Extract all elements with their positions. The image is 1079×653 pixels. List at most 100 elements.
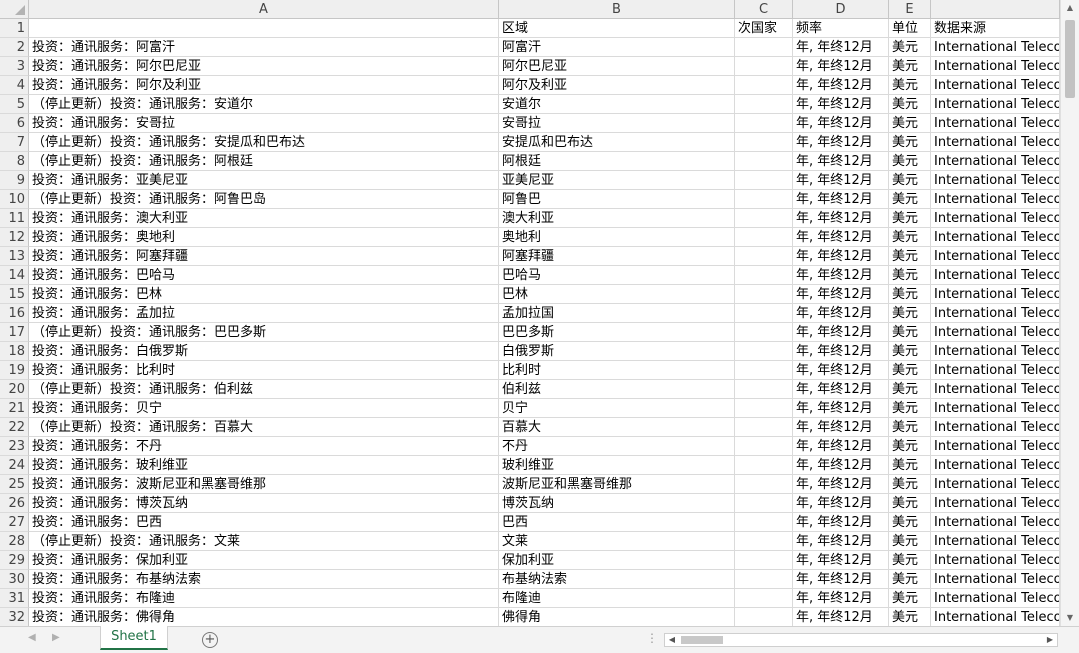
cell-f[interactable]: International Teleco xyxy=(931,152,1060,171)
row-header[interactable]: 9 xyxy=(0,171,29,190)
cell-d[interactable]: 年, 年终12月 xyxy=(793,380,889,399)
cell-d[interactable]: 年, 年终12月 xyxy=(793,475,889,494)
cell-a[interactable]: 投资：通讯服务：澳大利亚 xyxy=(29,209,499,228)
cell-b[interactable]: 文莱 xyxy=(499,532,735,551)
cell-a[interactable]: 投资：通讯服务：阿尔巴尼亚 xyxy=(29,57,499,76)
cell-e[interactable]: 美元 xyxy=(889,247,931,266)
cell-d[interactable]: 年, 年终12月 xyxy=(793,190,889,209)
cell-e[interactable]: 美元 xyxy=(889,95,931,114)
column-header-b[interactable]: B xyxy=(499,0,735,19)
row-header[interactable]: 5 xyxy=(0,95,29,114)
next-sheet-icon[interactable]: ▶ xyxy=(52,632,60,643)
sheet-tab-sheet1[interactable]: Sheet1 xyxy=(100,626,168,650)
cell-c[interactable] xyxy=(735,304,793,323)
row-header[interactable]: 32 xyxy=(0,608,29,626)
cell-b[interactable]: 亚美尼亚 xyxy=(499,171,735,190)
cell-f[interactable]: International Teleco xyxy=(931,285,1060,304)
cell-b[interactable]: 孟加拉国 xyxy=(499,304,735,323)
cell-d[interactable]: 年, 年终12月 xyxy=(793,361,889,380)
row-header[interactable]: 15 xyxy=(0,285,29,304)
row-header[interactable]: 30 xyxy=(0,570,29,589)
cell-d[interactable]: 年, 年终12月 xyxy=(793,247,889,266)
row-header[interactable]: 19 xyxy=(0,361,29,380)
scroll-left-arrow-icon[interactable]: ◀ xyxy=(665,634,679,646)
cell-f[interactable]: International Teleco xyxy=(931,361,1060,380)
cell-c[interactable] xyxy=(735,494,793,513)
cell-d[interactable]: 年, 年终12月 xyxy=(793,57,889,76)
scroll-up-arrow-icon[interactable]: ▲ xyxy=(1061,0,1079,16)
cell-f[interactable]: International Teleco xyxy=(931,57,1060,76)
column-header-d[interactable]: D xyxy=(793,0,889,19)
cell-e[interactable]: 美元 xyxy=(889,418,931,437)
row-header[interactable]: 21 xyxy=(0,399,29,418)
cell-f[interactable]: International Teleco xyxy=(931,494,1060,513)
cell-e[interactable]: 美元 xyxy=(889,304,931,323)
cell-a[interactable]: 投资：通讯服务：不丹 xyxy=(29,437,499,456)
cell-f[interactable]: 数据来源 xyxy=(931,19,1060,38)
cell-f[interactable]: International Teleco xyxy=(931,551,1060,570)
cell-e[interactable]: 美元 xyxy=(889,171,931,190)
cell-e[interactable]: 美元 xyxy=(889,399,931,418)
cell-d[interactable]: 年, 年终12月 xyxy=(793,266,889,285)
cell-d[interactable]: 年, 年终12月 xyxy=(793,342,889,361)
row-header[interactable]: 24 xyxy=(0,456,29,475)
cell-c[interactable] xyxy=(735,266,793,285)
row-header[interactable]: 3 xyxy=(0,57,29,76)
cell-a[interactable]: 投资：通讯服务：巴哈马 xyxy=(29,266,499,285)
cell-c[interactable] xyxy=(735,342,793,361)
cell-a[interactable]: （停止更新）投资：通讯服务：伯利兹 xyxy=(29,380,499,399)
cell-a[interactable]: 投资：通讯服务：玻利维亚 xyxy=(29,456,499,475)
cell-e[interactable]: 美元 xyxy=(889,114,931,133)
cell-c[interactable] xyxy=(735,209,793,228)
cell-a[interactable]: （停止更新）投资：通讯服务：文莱 xyxy=(29,532,499,551)
cell-b[interactable]: 巴西 xyxy=(499,513,735,532)
cell-d[interactable]: 年, 年终12月 xyxy=(793,285,889,304)
row-header[interactable]: 28 xyxy=(0,532,29,551)
cell-e[interactable]: 美元 xyxy=(889,380,931,399)
cell-c[interactable] xyxy=(735,380,793,399)
cell-f[interactable]: International Teleco xyxy=(931,190,1060,209)
cell-e[interactable]: 美元 xyxy=(889,285,931,304)
horizontal-scroll-thumb[interactable] xyxy=(681,636,723,644)
cell-a[interactable]: （停止更新）投资：通讯服务：百慕大 xyxy=(29,418,499,437)
cell-f[interactable]: International Teleco xyxy=(931,114,1060,133)
row-header[interactable]: 31 xyxy=(0,589,29,608)
cell-c[interactable] xyxy=(735,152,793,171)
cell-e[interactable]: 美元 xyxy=(889,152,931,171)
cell-f[interactable]: International Teleco xyxy=(931,228,1060,247)
cell-b[interactable]: 阿鲁巴 xyxy=(499,190,735,209)
cell-e[interactable]: 单位 xyxy=(889,19,931,38)
cell-d[interactable]: 年, 年终12月 xyxy=(793,133,889,152)
cell-c[interactable] xyxy=(735,437,793,456)
column-header-f[interactable] xyxy=(931,0,1060,19)
cell-e[interactable]: 美元 xyxy=(889,437,931,456)
cell-b[interactable]: 百慕大 xyxy=(499,418,735,437)
cell-d[interactable]: 年, 年终12月 xyxy=(793,209,889,228)
cell-f[interactable]: International Teleco xyxy=(931,570,1060,589)
row-header[interactable]: 2 xyxy=(0,38,29,57)
cell-e[interactable]: 美元 xyxy=(889,76,931,95)
vertical-scrollbar[interactable]: ▲ ▼ xyxy=(1060,0,1079,626)
column-header-c[interactable]: C xyxy=(735,0,793,19)
cell-c[interactable]: 次国家 xyxy=(735,19,793,38)
cell-f[interactable]: International Teleco xyxy=(931,532,1060,551)
prev-sheet-icon[interactable]: ◀ xyxy=(28,632,36,643)
cell-c[interactable] xyxy=(735,570,793,589)
cell-a[interactable]: 投资：通讯服务：白俄罗斯 xyxy=(29,342,499,361)
cell-a[interactable]: 投资：通讯服务：巴林 xyxy=(29,285,499,304)
cell-c[interactable] xyxy=(735,76,793,95)
row-header[interactable]: 16 xyxy=(0,304,29,323)
cell-a[interactable]: 投资：通讯服务：保加利亚 xyxy=(29,551,499,570)
cell-b[interactable]: 奥地利 xyxy=(499,228,735,247)
cell-a[interactable] xyxy=(29,19,499,38)
cell-c[interactable] xyxy=(735,513,793,532)
cell-f[interactable]: International Teleco xyxy=(931,304,1060,323)
cell-b[interactable]: 阿富汗 xyxy=(499,38,735,57)
cell-e[interactable]: 美元 xyxy=(889,570,931,589)
scroll-right-arrow-icon[interactable]: ▶ xyxy=(1043,634,1057,646)
cell-d[interactable]: 年, 年终12月 xyxy=(793,437,889,456)
cell-c[interactable] xyxy=(735,114,793,133)
cell-f[interactable]: International Teleco xyxy=(931,133,1060,152)
vertical-scroll-thumb[interactable] xyxy=(1065,20,1075,98)
row-header[interactable]: 12 xyxy=(0,228,29,247)
